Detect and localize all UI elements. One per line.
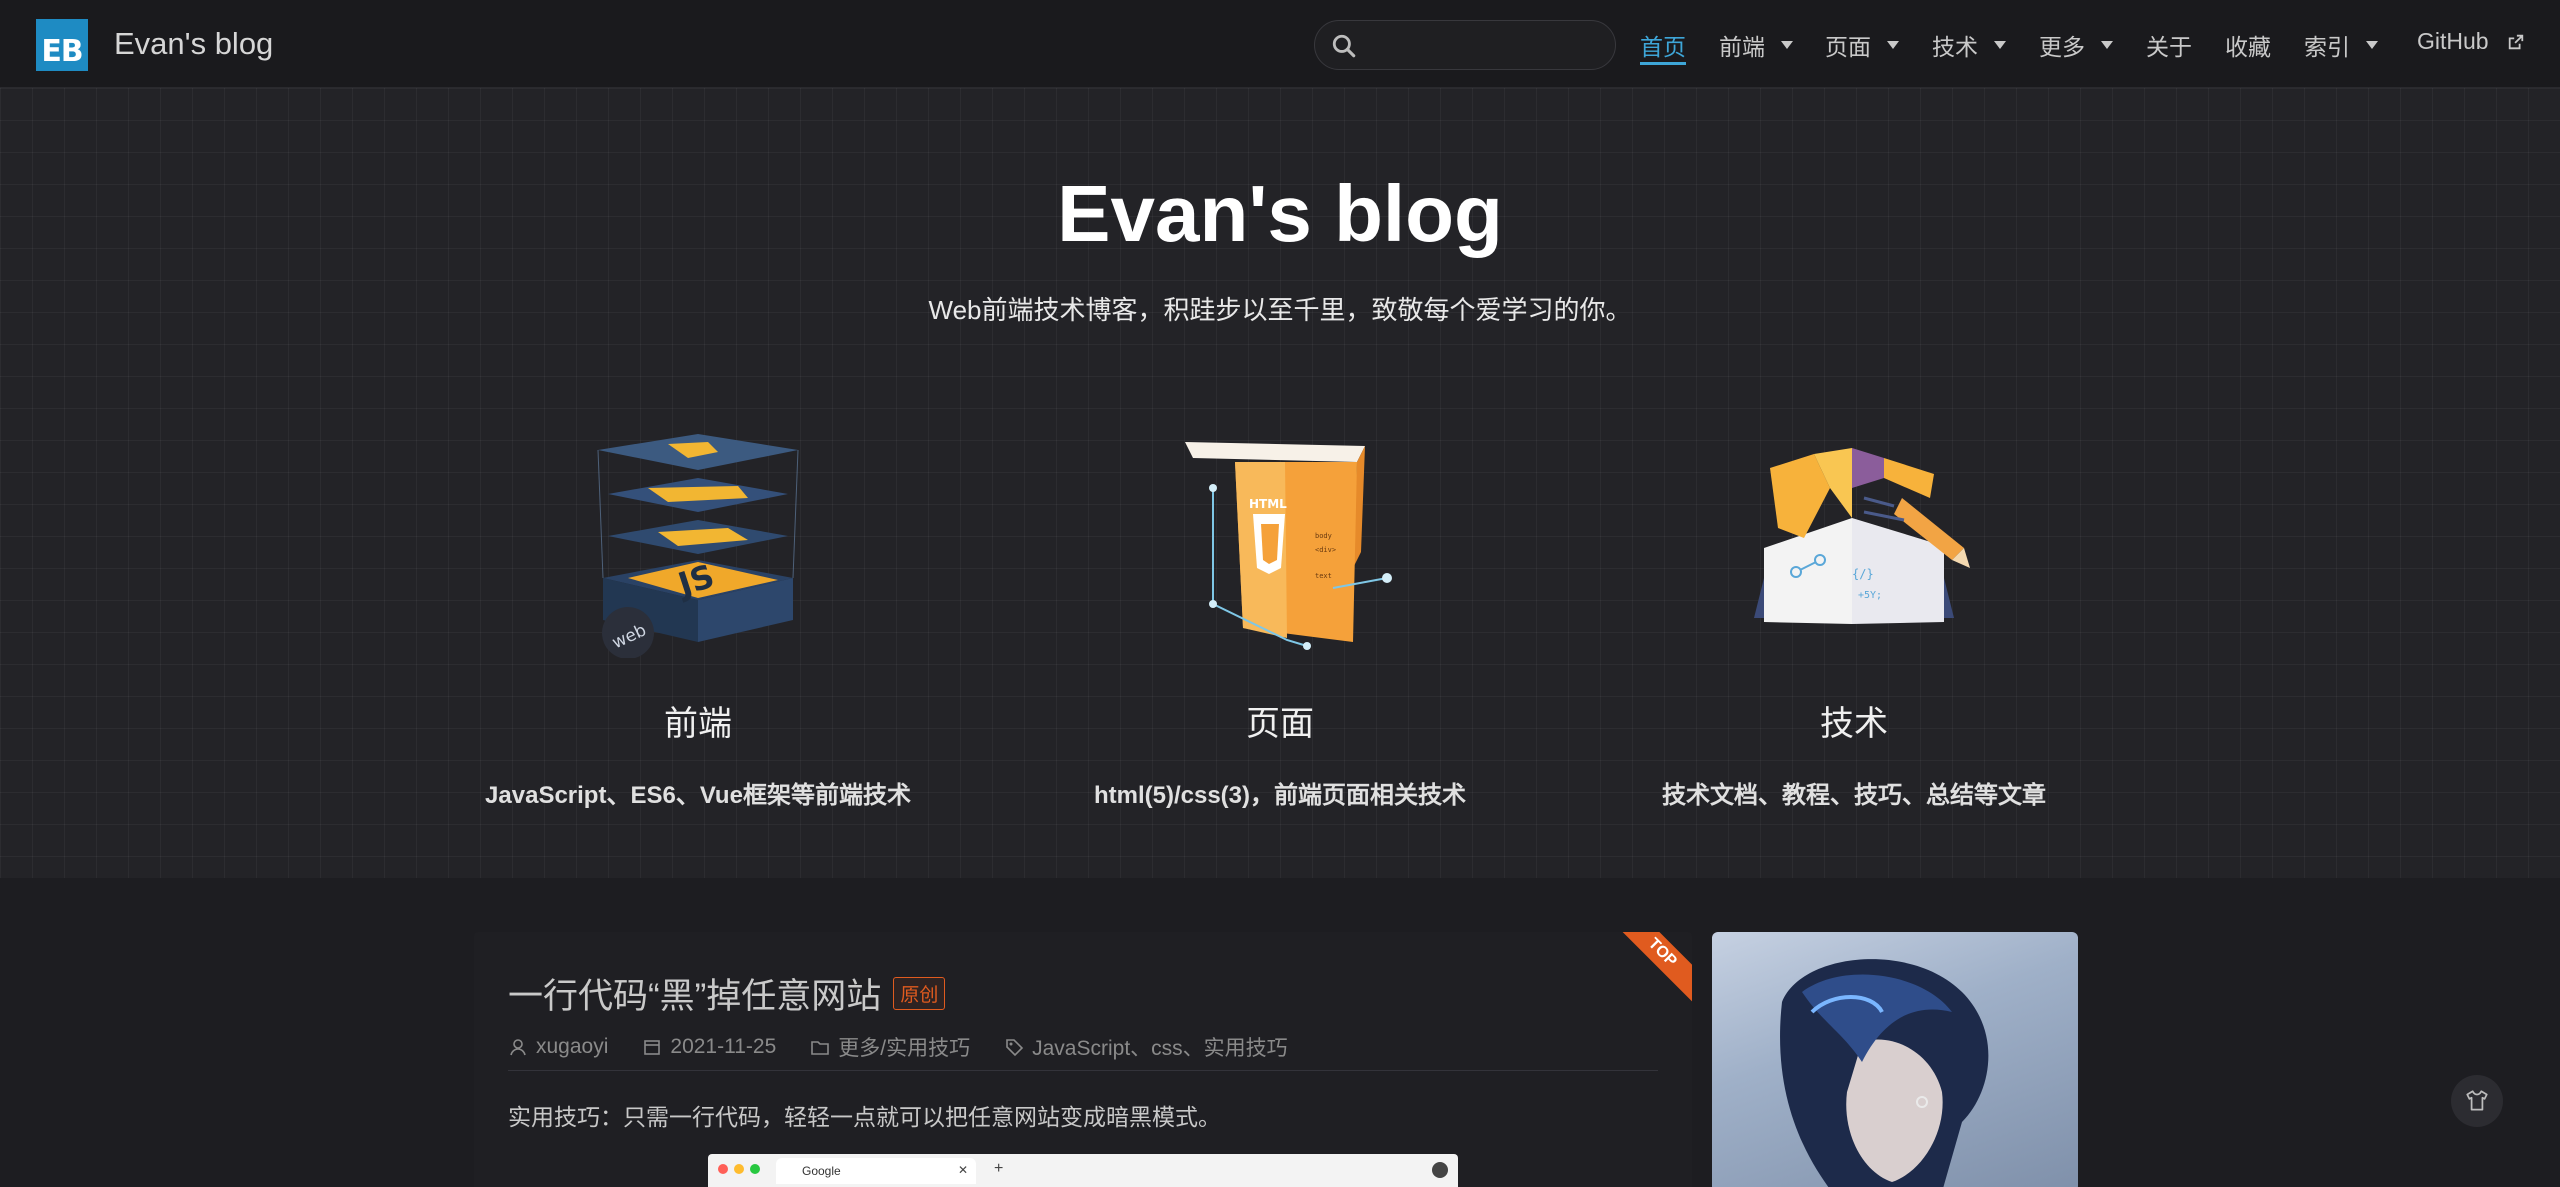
- divider: [508, 1070, 1658, 1071]
- author-name[interactable]: xugaoyi: [536, 1035, 608, 1059]
- folder-icon: [811, 1041, 830, 1055]
- svg-text:body: body: [1315, 532, 1332, 540]
- post-cover-image[interactable]: Google ✕ +: [708, 1154, 1458, 1187]
- nav-favorites[interactable]: 收藏: [2225, 28, 2271, 62]
- svg-text:<div>: <div>: [1315, 546, 1336, 554]
- shirt-icon: [2466, 1090, 2488, 1111]
- minimize-dot-icon: [734, 1164, 744, 1174]
- feature-title: 前端: [664, 705, 732, 743]
- feature-description: JavaScript、ES6、Vue框架等前端技术: [485, 782, 911, 809]
- feature-description: html(5)/css(3)，前端页面相关技术: [1093, 782, 1467, 809]
- browser-tab: Google ✕: [776, 1158, 976, 1184]
- caret-down-icon: [2101, 41, 2113, 49]
- nav-home[interactable]: 首页: [1640, 28, 1686, 65]
- original-badge: 原创: [893, 977, 946, 1010]
- nav-label: 首页: [1640, 34, 1686, 60]
- feature-description: 技术文档、教程、技巧、总结等文章: [1662, 782, 2046, 809]
- caret-down-icon: [1994, 41, 2006, 49]
- avatar-illustration: [1780, 959, 1989, 1187]
- tags-text[interactable]: JavaScript、css、实用技巧: [1032, 1032, 1288, 1062]
- nav-label: 关于: [2146, 34, 2192, 60]
- site-logo[interactable]: EB: [36, 19, 88, 71]
- nav-label: 页面: [1825, 34, 1871, 60]
- hero-title: Evan's blog: [1057, 169, 1503, 258]
- js-layers-icon: JS web: [597, 434, 799, 658]
- feature-title: 页面: [1246, 705, 1314, 743]
- nav-index[interactable]: 索引: [2304, 28, 2378, 62]
- tag-icon: [1006, 1039, 1024, 1057]
- post-author[interactable]: xugaoyi: [508, 1035, 608, 1059]
- feature-frontend[interactable]: JS web 前端 JavaScript、ES6、Vue框架等前端技术: [418, 428, 978, 810]
- maximize-dot-icon: [750, 1164, 760, 1174]
- post-date: 2021-11-25: [642, 1035, 776, 1059]
- svg-text:text: text: [1315, 572, 1332, 580]
- hero-description: Web前端技术博客，积跬步以至千里，致敬每个爱学习的你。: [928, 295, 1632, 325]
- hero-section: Evan's blog Web前端技术博客，积跬步以至千里，致敬每个爱学习的你。…: [0, 88, 2560, 878]
- post-title[interactable]: 一行代码“黑”掉任意网站 原创: [508, 968, 946, 1019]
- nav-more[interactable]: 更多: [2039, 28, 2113, 62]
- nav-about[interactable]: 关于: [2146, 28, 2192, 62]
- date-text: 2021-11-25: [670, 1035, 777, 1058]
- post-tags[interactable]: JavaScript、css、实用技巧: [1004, 1032, 1288, 1062]
- navbar: EB Evan's blog 首页 前端 页面 技术 更多 关于 收藏 索引 G…: [0, 0, 2560, 88]
- theme-toggle-button[interactable]: [2451, 1075, 2503, 1127]
- svg-text:+5Y;: +5Y;: [1858, 590, 1882, 601]
- caret-down-icon: [2366, 41, 2378, 49]
- caret-down-icon: [1887, 41, 1899, 49]
- nav-pages[interactable]: 页面: [1825, 28, 1899, 62]
- menu-icon: [1432, 1162, 1448, 1178]
- nav-label: 索引: [2304, 34, 2350, 60]
- nav-frontend[interactable]: 前端: [1719, 28, 1793, 62]
- nav-label: GitHub: [2417, 28, 2489, 54]
- post-excerpt: 实用技巧：只需一行代码，轻轻一点就可以把任意网站变成暗黑模式。: [508, 1104, 1221, 1130]
- nav-github[interactable]: GitHub: [2417, 28, 2525, 55]
- calendar-icon: [644, 1040, 661, 1055]
- open-book-icon: {/} +5Y;: [1754, 448, 1970, 624]
- svg-text:HTML: HTML: [1249, 497, 1287, 511]
- nav-label: 更多: [2039, 34, 2085, 60]
- top-ribbon: TOP: [1610, 932, 1692, 1005]
- svg-text:{/}: {/}: [1852, 567, 1874, 581]
- nav-label: 前端: [1719, 34, 1765, 60]
- feature-pages[interactable]: HTML body <div> text 页面 html(5)/css(3)，前…: [1000, 428, 1560, 810]
- plus-icon: +: [994, 1160, 1004, 1177]
- browser-tab-label: Google: [802, 1164, 841, 1178]
- html5-page-icon: HTML body <div> text: [1185, 442, 1392, 650]
- search-input[interactable]: [1314, 20, 1616, 70]
- post-card[interactable]: TOP 一行代码“黑”掉任意网站 原创 xugaoyi 2021-11-25 更…: [474, 932, 1692, 1187]
- external-link-icon: [2508, 34, 2523, 49]
- feature-title: 技术: [1820, 705, 1888, 743]
- nav-label: 收藏: [2225, 34, 2271, 60]
- post-category[interactable]: 更多/实用技巧: [810, 1032, 970, 1062]
- feature-tech[interactable]: {/} +5Y; 技术 技术文档、教程、技巧、总结等文章: [1574, 428, 2134, 810]
- caret-down-icon: [1781, 41, 1793, 49]
- active-underline: [1640, 62, 1686, 65]
- user-icon: [510, 1039, 526, 1056]
- nav-label: 技术: [1932, 34, 1978, 60]
- post-meta: xugaoyi 2021-11-25 更多/实用技巧 JavaScript、cs…: [508, 1032, 1288, 1062]
- close-icon: ✕: [957, 1163, 968, 1177]
- close-dot-icon: [718, 1164, 728, 1174]
- search-icon: [1332, 34, 1356, 58]
- blogger-avatar: [1712, 932, 2078, 1187]
- category-text[interactable]: 更多/实用技巧: [838, 1032, 970, 1062]
- site-title[interactable]: Evan's blog: [114, 26, 273, 62]
- nav-tech[interactable]: 技术: [1932, 28, 2006, 62]
- post-title-text[interactable]: 一行代码“黑”掉任意网站: [508, 968, 881, 1019]
